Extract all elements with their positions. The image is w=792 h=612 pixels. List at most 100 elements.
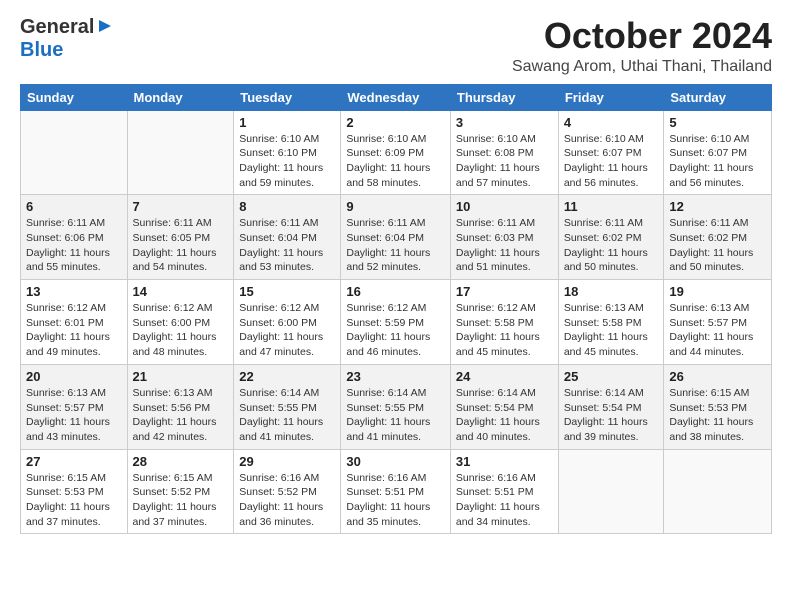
calendar-cell: 22Sunrise: 6:14 AMSunset: 5:55 PMDayligh… [234, 364, 341, 449]
cell-content-line: Sunset: 5:52 PM [133, 485, 229, 500]
weekday-header-row: SundayMondayTuesdayWednesdayThursdayFrid… [21, 84, 772, 110]
day-number: 7 [133, 199, 229, 214]
cell-content-line: Sunrise: 6:11 AM [346, 216, 445, 231]
day-number: 4 [564, 115, 659, 130]
calendar-cell: 15Sunrise: 6:12 AMSunset: 6:00 PMDayligh… [234, 280, 341, 365]
cell-content-line: Sunset: 5:53 PM [669, 401, 766, 416]
week-row-5: 27Sunrise: 6:15 AMSunset: 5:53 PMDayligh… [21, 449, 772, 534]
cell-content-line: Daylight: 11 hours and 41 minutes. [346, 415, 445, 444]
calendar-cell: 13Sunrise: 6:12 AMSunset: 6:01 PMDayligh… [21, 280, 128, 365]
day-number: 21 [133, 369, 229, 384]
day-number: 26 [669, 369, 766, 384]
weekday-header-wednesday: Wednesday [341, 84, 451, 110]
calendar-cell [664, 449, 772, 534]
cell-content-line: Daylight: 11 hours and 37 minutes. [133, 500, 229, 529]
cell-content-line: Sunrise: 6:10 AM [456, 132, 553, 147]
cell-content-line: Sunset: 5:52 PM [239, 485, 335, 500]
week-row-1: 1 Sunrise: 6:10 AM Sunset: 6:10 PM Daylight… [21, 110, 772, 195]
day-number: 29 [239, 454, 335, 469]
calendar-cell: 24Sunrise: 6:14 AMSunset: 5:54 PMDayligh… [450, 364, 558, 449]
week-row-4: 20Sunrise: 6:13 AMSunset: 5:57 PMDayligh… [21, 364, 772, 449]
week-row-3: 13Sunrise: 6:12 AMSunset: 6:01 PMDayligh… [21, 280, 772, 365]
cell-content-line: Sunset: 6:02 PM [669, 231, 766, 246]
day-number: 16 [346, 284, 445, 299]
cell-content-line: Daylight: 11 hours and 57 minutes. [456, 161, 553, 190]
location-subtitle: Sawang Arom, Uthai Thani, Thailand [512, 58, 772, 76]
day-number: 31 [456, 454, 553, 469]
day-number: 27 [26, 454, 122, 469]
cell-content-line: Daylight: 11 hours and 34 minutes. [456, 500, 553, 529]
calendar-cell: 2Sunrise: 6:10 AMSunset: 6:09 PMDaylight… [341, 110, 451, 195]
cell-content-line: Daylight: 11 hours and 43 minutes. [26, 415, 122, 444]
cell-content-line: Sunset: 5:55 PM [239, 401, 335, 416]
calendar-cell: 30Sunrise: 6:16 AMSunset: 5:51 PMDayligh… [341, 449, 451, 534]
cell-content-line: Sunrise: 6:12 AM [346, 301, 445, 316]
day-number: 22 [239, 369, 335, 384]
day-number: 23 [346, 369, 445, 384]
week-row-2: 6Sunrise: 6:11 AMSunset: 6:06 PMDaylight… [21, 195, 772, 280]
cell-content-line: Daylight: 11 hours and 58 minutes. [346, 161, 445, 190]
weekday-header-thursday: Thursday [450, 84, 558, 110]
page: General Blue October 2024 Sawang Arom, U… [0, 0, 792, 550]
cell-content-line: Sunrise: 6:13 AM [564, 301, 659, 316]
cell-content-line: Sunrise: 6:13 AM [133, 386, 229, 401]
day-number: 17 [456, 284, 553, 299]
cell-content-line: Daylight: 11 hours and 51 minutes. [456, 246, 553, 275]
cell-content-line: Sunset: 6:00 PM [133, 316, 229, 331]
cell-content-line: Sunrise: 6:15 AM [669, 386, 766, 401]
cell-content-line: Daylight: 11 hours and 48 minutes. [133, 330, 229, 359]
calendar-cell: 16Sunrise: 6:12 AMSunset: 5:59 PMDayligh… [341, 280, 451, 365]
calendar-cell: 11 Sunrise: 6:11 AMSunset: 6:02 PMDayligh… [558, 195, 664, 280]
month-title: October 2024 [512, 16, 772, 56]
calendar-cell: 1Sunrise: 6:10 AMSunset: 6:10 PMDaylight… [234, 110, 341, 195]
calendar-cell: 5Sunrise: 6:10 AMSunset: 6:07 PMDaylight… [664, 110, 772, 195]
calendar-cell: 27Sunrise: 6:15 AMSunset: 5:53 PMDayligh… [21, 449, 128, 534]
cell-content-line: Daylight: 11 hours and 50 minutes. [564, 246, 659, 275]
cell-content-line: Sunrise: 6:11 AM [564, 216, 659, 231]
cell-content-line: Daylight: 11 hours and 45 minutes. [456, 330, 553, 359]
weekday-header-friday: Friday [558, 84, 664, 110]
cell-content-line: Sunset: 6:02 PM [564, 231, 659, 246]
cell-content-line: Sunrise: 6:14 AM [456, 386, 553, 401]
day-number: 30 [346, 454, 445, 469]
calendar-cell: 6Sunrise: 6:11 AMSunset: 6:06 PMDaylight… [21, 195, 128, 280]
weekday-header-sunday: Sunday [21, 84, 128, 110]
day-number: 28 [133, 454, 229, 469]
day-number: 1 [239, 115, 335, 130]
header: General Blue October 2024 Sawang Arom, U… [20, 16, 772, 76]
cell-content-line: Sunrise: 6:16 AM [456, 471, 553, 486]
cell-content-line: Sunset: 6:07 PM [564, 146, 659, 161]
cell-content-line: Daylight: 11 hours and 56 minutes. [564, 161, 659, 190]
cell-content-line: Sunset: 5:58 PM [456, 316, 553, 331]
day-number: 13 [26, 284, 122, 299]
calendar-cell: 9Sunrise: 6:11 AMSunset: 6:04 PMDaylight… [341, 195, 451, 280]
cell-content-line: Sunrise: 6:12 AM [133, 301, 229, 316]
calendar-cell [21, 110, 128, 195]
calendar-cell: 21Sunrise: 6:13 AMSunset: 5:56 PMDayligh… [127, 364, 234, 449]
calendar-cell: 12Sunrise: 6:11 AMSunset: 6:02 PMDayligh… [664, 195, 772, 280]
weekday-header-tuesday: Tuesday [234, 84, 341, 110]
day-number: 25 [564, 369, 659, 384]
cell-content-line: Sunset: 5:54 PM [456, 401, 553, 416]
cell-content-line: Sunset: 6:08 PM [456, 146, 553, 161]
cell-content-line: Sunset: 5:54 PM [564, 401, 659, 416]
cell-content-line: Daylight: 11 hours and 35 minutes. [346, 500, 445, 529]
day-number: 11 [564, 199, 659, 214]
cell-content-line: Sunrise: 6:16 AM [239, 471, 335, 486]
logo-triangle-icon [97, 18, 113, 39]
day-number: 5 [669, 115, 766, 130]
calendar-cell: 8Sunrise: 6:11 AMSunset: 6:04 PMDaylight… [234, 195, 341, 280]
weekday-header-saturday: Saturday [664, 84, 772, 110]
cell-content-line: Sunset: 5:51 PM [456, 485, 553, 500]
calendar-cell: 25Sunrise: 6:14 AMSunset: 5:54 PMDayligh… [558, 364, 664, 449]
calendar-cell: 31 Sunrise: 6:16 AMSunset: 5:51 PMDayligh… [450, 449, 558, 534]
logo-general: General [20, 16, 94, 39]
cell-content-line: Daylight: 11 hours and 47 minutes. [239, 330, 335, 359]
logo: General Blue [20, 16, 113, 62]
day-number: 12 [669, 199, 766, 214]
cell-content-line: Daylight: 11 hours and 45 minutes. [564, 330, 659, 359]
cell-content-line: Sunset: 6:10 PM [239, 146, 335, 161]
cell-content-line: Sunset: 6:07 PM [669, 146, 766, 161]
title-block: October 2024 Sawang Arom, Uthai Thani, T… [512, 16, 772, 76]
cell-content-line: Sunset: 5:57 PM [669, 316, 766, 331]
